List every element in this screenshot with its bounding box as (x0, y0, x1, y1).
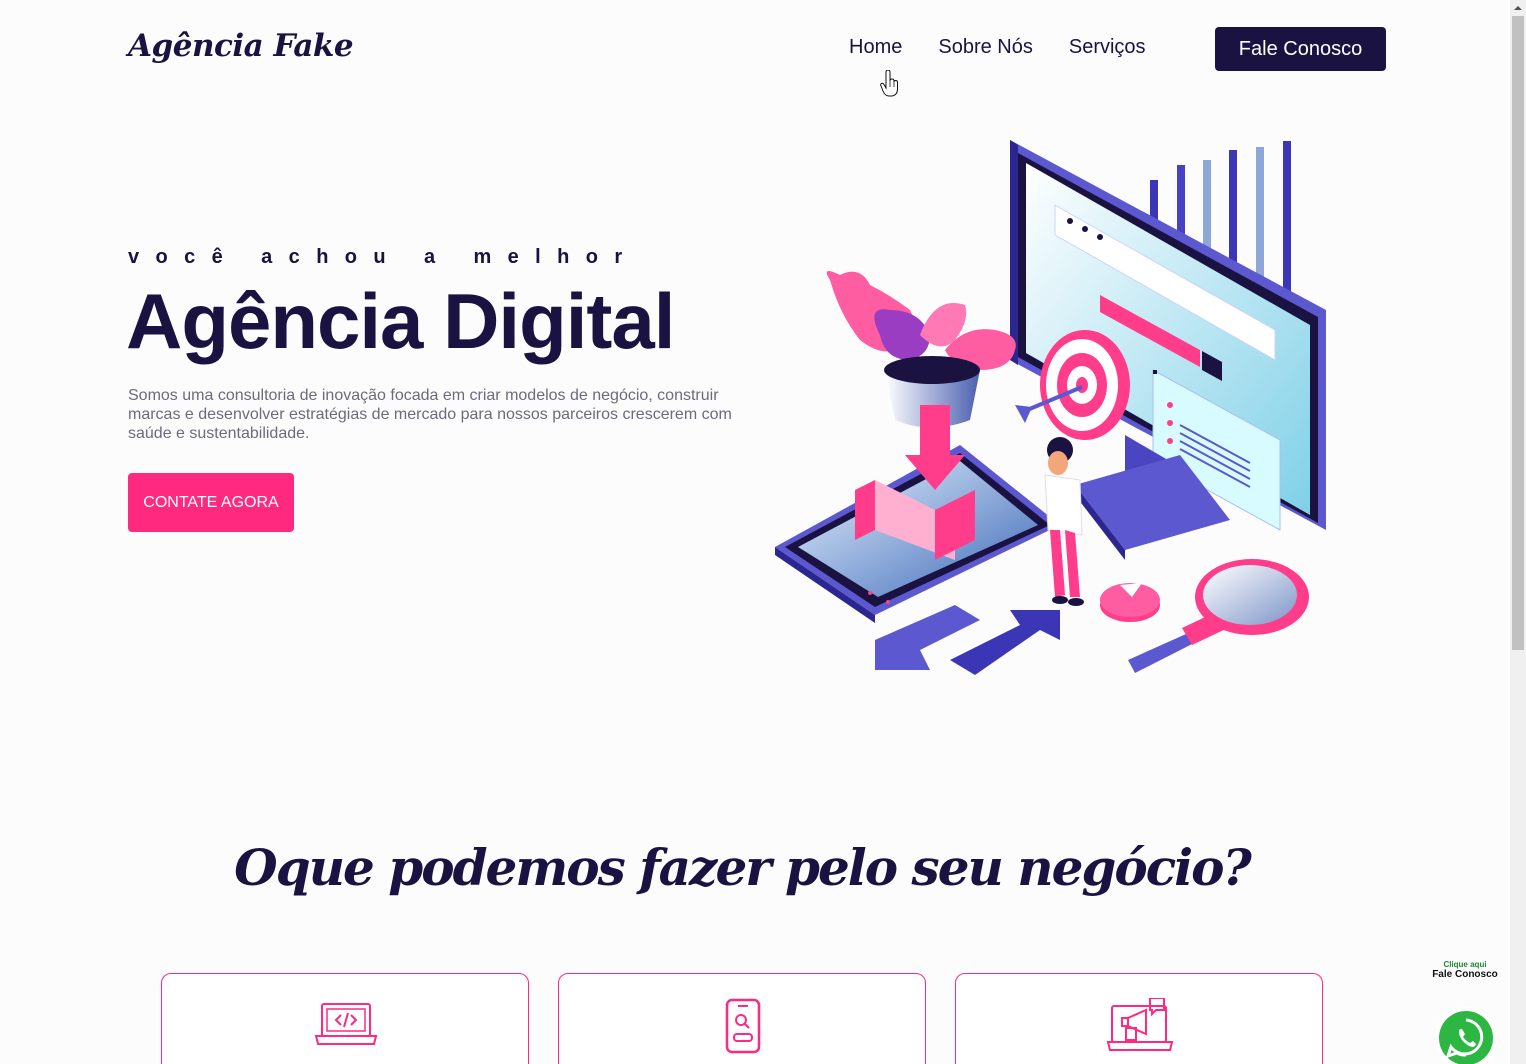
service-card-marketing[interactable] (955, 973, 1323, 1064)
hand-cursor-icon (880, 70, 898, 97)
digital-agency-illustration (775, 140, 1326, 675)
nav-home[interactable]: Home (849, 36, 902, 59)
contate-agora-button[interactable]: CONTATE AGORA (128, 473, 294, 532)
scroll-up-arrow-icon[interactable] (1510, 0, 1526, 16)
logo[interactable]: Agência Fake (128, 28, 354, 64)
service-card-web[interactable] (161, 973, 529, 1064)
nav-sobre-nos[interactable]: Sobre Nós (938, 36, 1033, 59)
service-card-mobile[interactable] (558, 973, 926, 1064)
magnifier-graphic (1128, 559, 1309, 673)
whatsapp-icon[interactable] (1434, 1006, 1498, 1064)
laptop-code-icon (314, 1003, 378, 1045)
fale-conosco-button[interactable]: Fale Conosco (1215, 27, 1386, 71)
hero-title: Agência Digital (126, 277, 675, 365)
tablet-graphic (775, 405, 1060, 623)
marketing-megaphone-icon (1106, 998, 1174, 1051)
plant-graphic (826, 271, 1016, 428)
smartphone-search-icon (725, 998, 761, 1054)
pin-graphic (1100, 583, 1160, 622)
hero-kicker: você achou a melhor (128, 246, 639, 268)
scrollbar-thumb[interactable] (1512, 16, 1524, 650)
woman-figure (1044, 437, 1084, 606)
page-scrollbar[interactable] (1510, 0, 1526, 1064)
page: Agência Fake Home Sobre Nós Serviços Fal… (0, 0, 1510, 1064)
section-title: Oque podemos fazer pelo seu negócio? (234, 838, 1252, 897)
hero-description: Somos uma consultoria de inovação focada… (128, 387, 732, 442)
whatsapp-label-small: Clique aqui (1443, 960, 1487, 969)
arrows-graphic (875, 605, 1060, 675)
whatsapp-label-big: Fale Conosco (1432, 969, 1498, 980)
main-nav: Home Sobre Nós Serviços (849, 36, 1146, 59)
nav-servicos[interactable]: Serviços (1069, 36, 1146, 59)
whatsapp-label[interactable]: Clique aqui Fale Conosco (1420, 960, 1510, 981)
